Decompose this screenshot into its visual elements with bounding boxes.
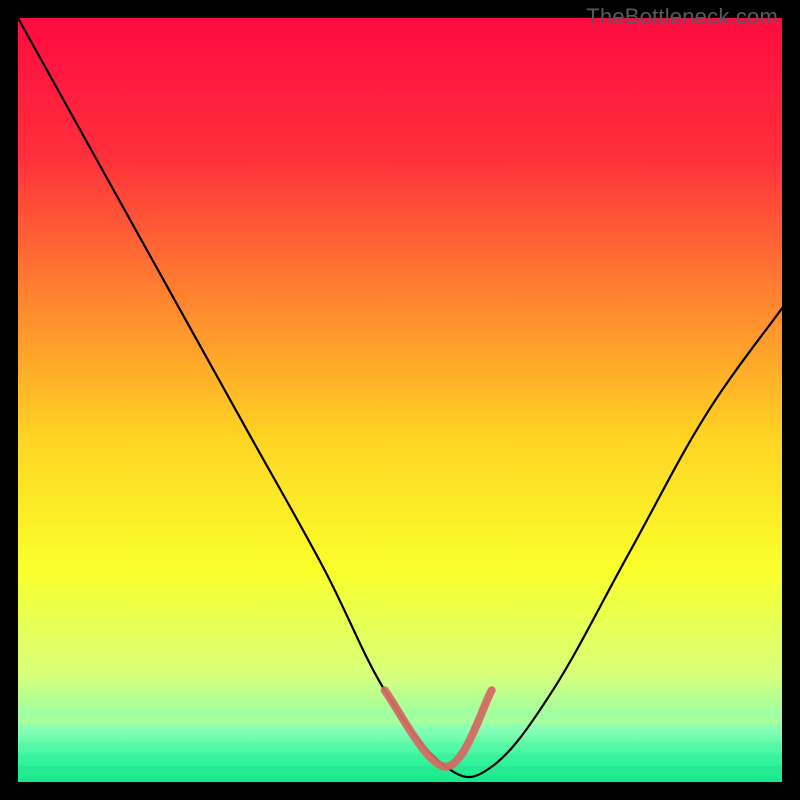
background-gradient (18, 18, 782, 782)
plot-frame (18, 18, 782, 782)
watermark-text: TheBottleneck.com (586, 4, 778, 30)
